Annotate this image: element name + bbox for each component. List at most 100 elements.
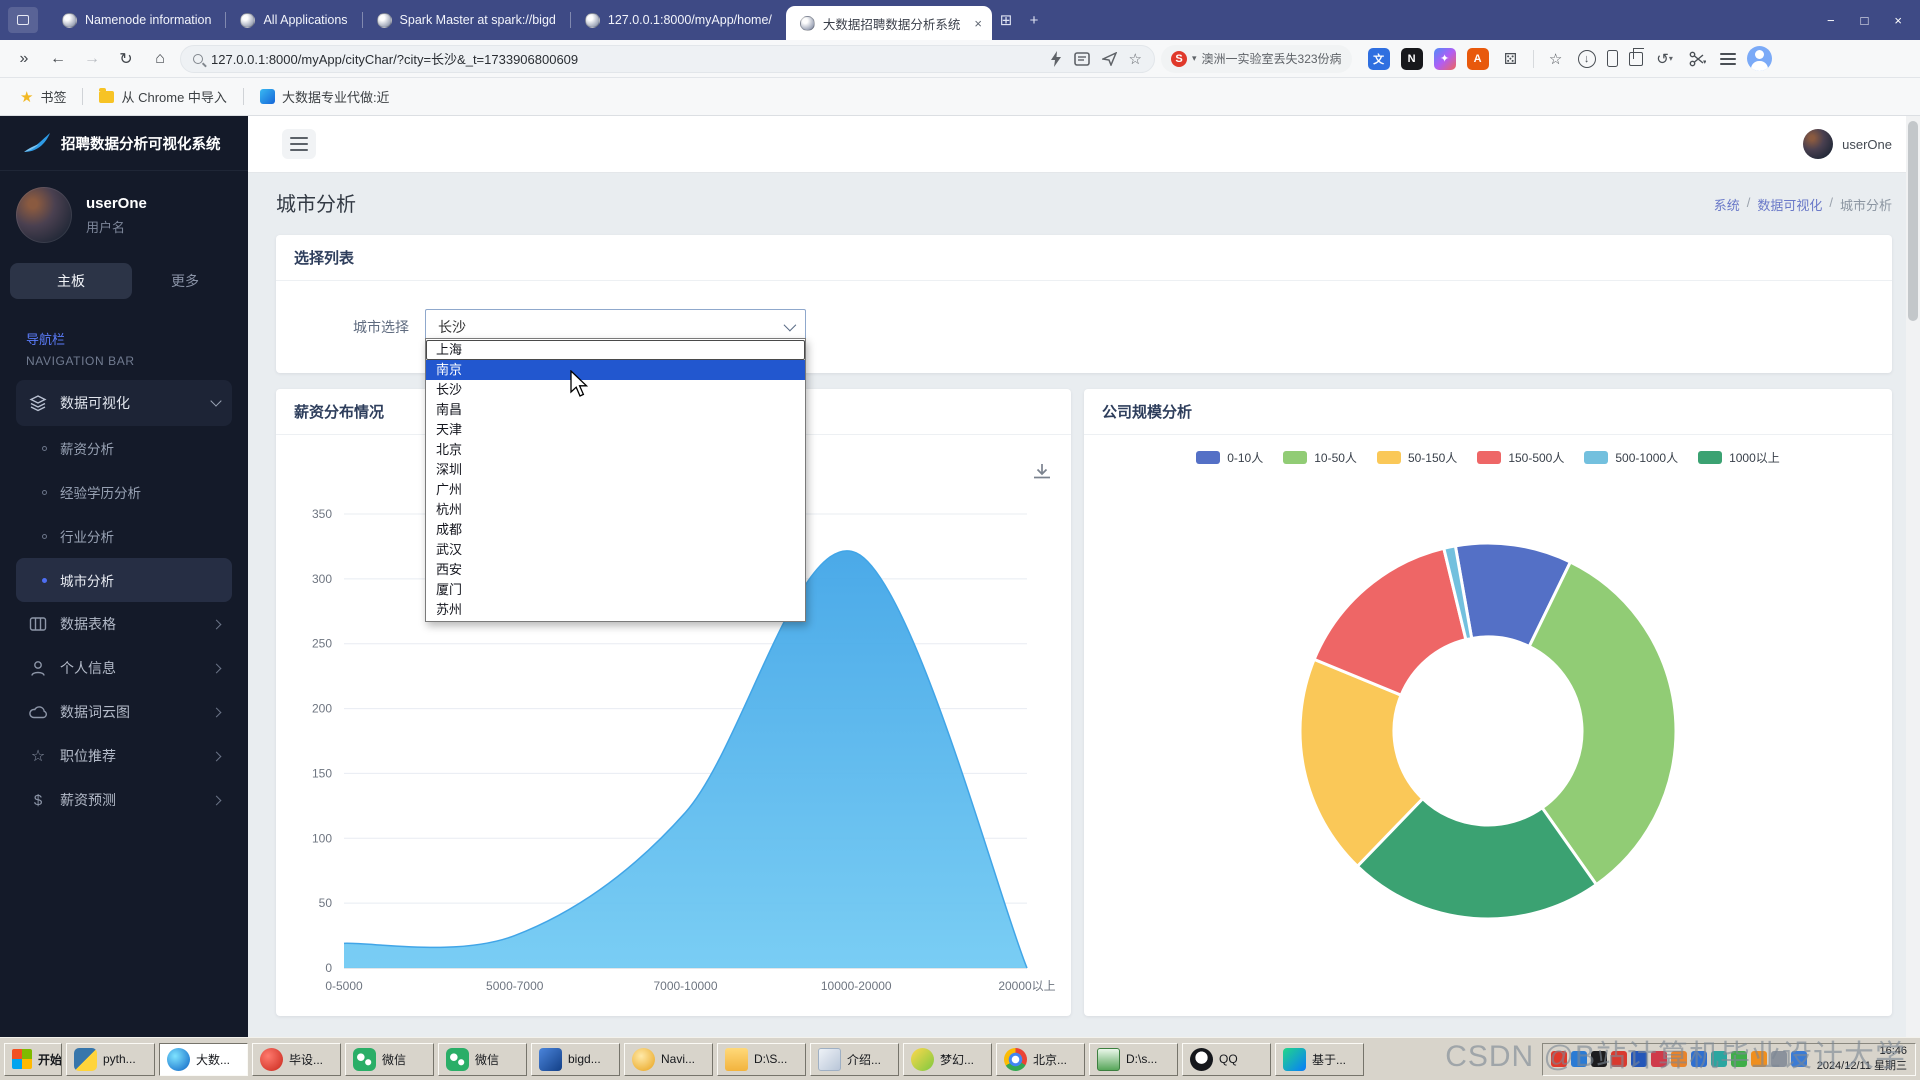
adobe-extension-icon[interactable]: A [1467, 48, 1489, 70]
page-scrollbar[interactable] [1906, 116, 1920, 1037]
bolt-icon[interactable] [1050, 51, 1062, 67]
notion-extension-icon[interactable]: N [1401, 48, 1423, 70]
sidebar-item-visualization[interactable]: 数据可视化 [16, 380, 232, 426]
tray-icon[interactable] [1691, 1051, 1707, 1067]
taskbar-clock[interactable]: 16:46 2024/12/11 星期三 [1817, 1044, 1907, 1074]
forward-icon[interactable]: → [78, 45, 106, 73]
phone-hub-icon[interactable] [1607, 50, 1618, 67]
reload-icon[interactable]: ↻ [112, 45, 140, 73]
sidebar-item-salary[interactable]: 薪资分析 [16, 426, 232, 470]
tray-icon[interactable] [1571, 1051, 1587, 1067]
city-option[interactable]: 西安 [426, 560, 805, 580]
legend-item[interactable]: 150-500人 [1477, 449, 1564, 466]
city-option[interactable]: 武汉 [426, 540, 805, 560]
tab-more[interactable]: 更多 [132, 271, 238, 291]
scrollbar-thumb[interactable] [1908, 121, 1918, 321]
tray-icon[interactable] [1671, 1051, 1687, 1067]
close-window-icon[interactable]: × [1894, 13, 1902, 28]
breadcrumb-link[interactable]: 数据可视化 [1757, 195, 1822, 214]
sidebar-item-wordcloud[interactable]: 数据词云图 [16, 690, 232, 734]
overflow-chevrons-icon[interactable]: » [10, 45, 38, 73]
browser-tab-3[interactable]: Spark Master at spark://bigd [363, 0, 570, 40]
tab-workspaces-icon[interactable]: ⊞ [992, 11, 1020, 29]
bookmark-folder[interactable]: 从 Chrome 中导入 [93, 87, 232, 106]
city-option[interactable]: 南京 [426, 360, 805, 380]
city-option[interactable]: 长沙 [426, 380, 805, 400]
tray-icon[interactable] [1591, 1051, 1607, 1067]
browser-tab-2[interactable]: All Applications [226, 0, 361, 40]
sidebar-item-profile[interactable]: 个人信息 [16, 646, 232, 690]
screenshot-scissors-icon[interactable]: ▾ [1687, 48, 1709, 70]
sidebar-item-industry[interactable]: 行业分析 [16, 514, 232, 558]
home-icon[interactable]: ⌂ [146, 45, 174, 73]
tray-icon[interactable] [1551, 1051, 1567, 1067]
taskbar-app[interactable]: D:\s... [1089, 1043, 1178, 1076]
new-tab-icon[interactable]: + [1020, 12, 1048, 29]
city-option[interactable]: 成都 [426, 520, 805, 540]
tray-icon[interactable] [1751, 1051, 1767, 1067]
favorites-star-icon[interactable]: ☆ [1545, 48, 1567, 70]
bookmark-star-icon[interactable]: ☆ [1129, 50, 1142, 68]
legend-item[interactable]: 1000以上 [1698, 449, 1780, 466]
tab-main-board[interactable]: 主板 [10, 263, 132, 299]
taskbar-app[interactable]: pyth... [66, 1043, 155, 1076]
legend-item[interactable]: 50-150人 [1377, 449, 1457, 466]
taskbar-app[interactable]: Navi... [624, 1043, 713, 1076]
minimize-icon[interactable]: − [1827, 13, 1835, 28]
tray-icon[interactable] [1771, 1051, 1787, 1067]
taskbar-app[interactable]: 北京... [996, 1043, 1085, 1076]
sidebar-item-job-recommend[interactable]: ☆ 职位推荐 [16, 734, 232, 778]
tray-icon[interactable] [1711, 1051, 1727, 1067]
tray-icon[interactable] [1611, 1051, 1627, 1067]
city-option[interactable]: 天津 [426, 420, 805, 440]
downloads-icon[interactable]: ↓ [1578, 50, 1596, 68]
city-option[interactable]: 广州 [426, 480, 805, 500]
city-option[interactable]: 厦门 [426, 580, 805, 600]
back-icon[interactable]: ← [44, 45, 72, 73]
tab-strip-tool-icon[interactable] [8, 7, 38, 33]
collapse-menu-icon[interactable] [282, 129, 316, 159]
city-option[interactable]: 杭州 [426, 500, 805, 520]
browser-tab-1[interactable]: Namenode information [48, 0, 225, 40]
history-icon[interactable]: ↺▾ [1654, 48, 1676, 70]
sidebar-item-city[interactable]: 城市分析 [16, 558, 232, 602]
send-icon[interactable] [1102, 52, 1117, 66]
extensions-puzzle-icon[interactable]: ⚄ [1500, 48, 1522, 70]
maximize-icon[interactable]: □ [1861, 13, 1869, 28]
breadcrumb-link[interactable]: 系统 [1714, 195, 1740, 214]
start-button[interactable]: 开始 [4, 1043, 62, 1076]
url-bar[interactable]: 127.0.0.1:8000/myApp/cityChar/?city=长沙&_… [180, 45, 1155, 73]
translate-extension-icon[interactable]: 文 [1368, 48, 1390, 70]
tray-icon[interactable] [1631, 1051, 1647, 1067]
tab-groups-icon[interactable] [1629, 52, 1643, 66]
tray-icon[interactable] [1731, 1051, 1747, 1067]
legend-item[interactable]: 10-50人 [1283, 449, 1357, 466]
news-chip[interactable]: S ▾ 澳洲一实验室丢失323份病 [1161, 45, 1352, 73]
city-option[interactable]: 北京 [426, 440, 805, 460]
taskbar-app[interactable]: D:\S... [717, 1043, 806, 1076]
taskbar-app[interactable]: bigd... [531, 1043, 620, 1076]
taskbar-app[interactable]: 微信 [438, 1043, 527, 1076]
legend-item[interactable]: 500-1000人 [1584, 449, 1678, 466]
tray-icon[interactable] [1651, 1051, 1667, 1067]
bookmark-item[interactable]: 大数据专业代做:近 [254, 87, 396, 106]
tab-close-icon[interactable]: × [974, 16, 982, 31]
city-option[interactable]: 深圳 [426, 460, 805, 480]
reader-icon[interactable] [1074, 52, 1090, 66]
header-user[interactable]: userOne [1803, 129, 1892, 159]
taskbar-app[interactable]: 基于... [1275, 1043, 1364, 1076]
city-option[interactable]: 苏州 [426, 600, 805, 620]
legend-item[interactable]: 0-10人 [1196, 449, 1263, 466]
gemini-extension-icon[interactable]: ✦ [1434, 48, 1456, 70]
browser-profile-avatar[interactable] [1747, 46, 1772, 71]
sidebar-item-experience[interactable]: 经验学历分析 [16, 470, 232, 514]
sidebar-item-salary-predict[interactable]: $ 薪资预测 [16, 778, 232, 822]
bookmark-item[interactable]: ★ 书签 [14, 87, 72, 106]
taskbar-app[interactable]: 毕设... [252, 1043, 341, 1076]
browser-tab-4[interactable]: 127.0.0.1:8000/myApp/home/ [571, 0, 786, 40]
city-option[interactable]: 南昌 [426, 400, 805, 420]
taskbar-app[interactable]: 微信 [345, 1043, 434, 1076]
browser-tab-active[interactable]: 大数据招聘数据分析系统 × [786, 6, 992, 40]
taskbar-app[interactable]: QQ [1182, 1043, 1271, 1076]
sidebar-item-data-table[interactable]: 数据表格 [16, 602, 232, 646]
